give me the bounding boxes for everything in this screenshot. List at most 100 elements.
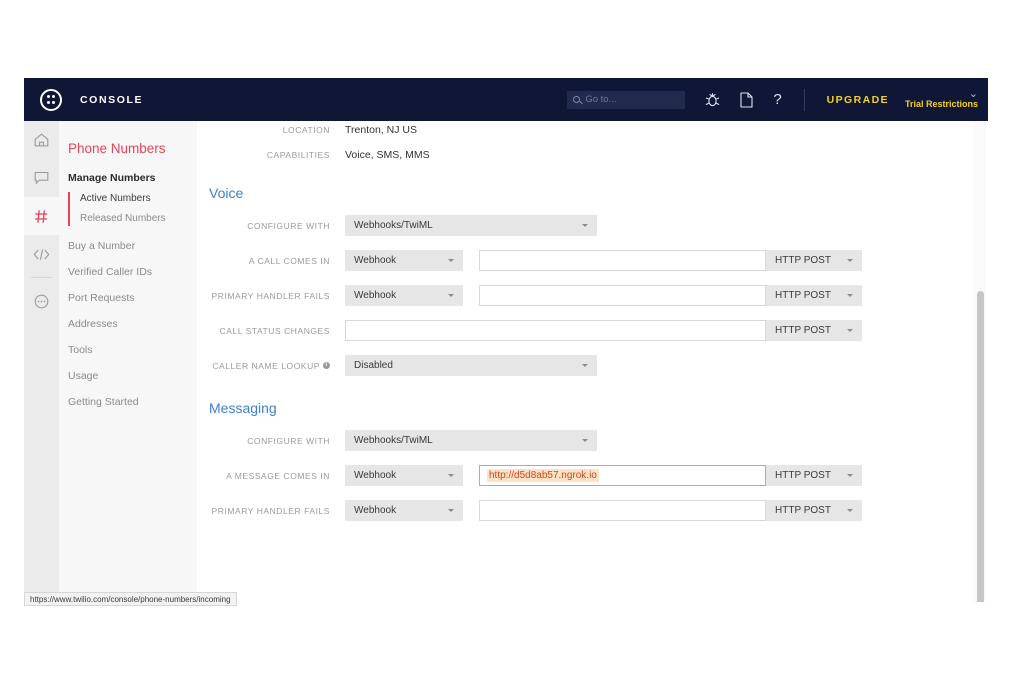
chevron-down-icon xyxy=(847,509,853,512)
select-value: Webhooks/TwiML xyxy=(354,435,433,446)
messaging-fallback-handler-select[interactable]: Webhook xyxy=(345,500,463,521)
control-group: Webhook HTTP POST xyxy=(345,500,862,521)
chevron-down-icon: ⌄ xyxy=(968,88,978,100)
chevron-down-icon xyxy=(448,259,454,262)
detail-label: CAPABILITIES xyxy=(266,150,330,160)
chevron-down-icon xyxy=(582,364,588,367)
rail-item-runtime[interactable] xyxy=(24,235,59,273)
voice-call-handler-select[interactable]: Webhook xyxy=(345,250,463,271)
main-content: LOCATION Trenton, NJ US CAPABILITIES Voi… xyxy=(197,121,988,602)
voice-fallback-handler-select[interactable]: Webhook xyxy=(345,285,463,306)
field-label: CONFIGURE WITH xyxy=(247,435,330,446)
chevron-down-icon xyxy=(582,439,588,442)
select-value: HTTP POST xyxy=(775,255,831,266)
detail-label: LOCATION xyxy=(282,125,330,135)
chevron-down-icon xyxy=(847,329,853,332)
topbar-right-group: Go to... ? UPGRADE ⌄ Trial Restrictions xyxy=(567,78,988,121)
detail-row-capabilities: CAPABILITIES Voice, SMS, MMS xyxy=(197,149,988,161)
field-label-text: CALLER NAME LOOKUP xyxy=(212,360,320,371)
messaging-method-select[interactable]: HTTP POST xyxy=(766,465,862,486)
trial-restrictions-menu[interactable]: ⌄ Trial Restrictions xyxy=(904,88,978,110)
control-group: Webhooks/TwiML xyxy=(345,215,597,236)
docs-icon[interactable] xyxy=(740,91,753,108)
voice-caller-name-lookup-row: CALLER NAME LOOKUP i Disabled xyxy=(197,355,988,376)
rail-divider xyxy=(31,277,52,278)
sidebar-item-verified-caller-ids[interactable]: Verified Caller IDs xyxy=(68,266,197,278)
logo-dot-grid xyxy=(46,95,56,104)
messaging-primary-handler-fails-row: PRIMARY HANDLER FAILS Webhook HTTP POST xyxy=(197,500,988,521)
twilio-logo-icon[interactable] xyxy=(40,88,62,111)
sidebar-item-tools[interactable]: Tools xyxy=(68,344,197,356)
sidebar-item-getting-started[interactable]: Getting Started xyxy=(68,396,197,408)
messaging-handler-select[interactable]: Webhook xyxy=(345,465,463,486)
rail-item-messaging[interactable] xyxy=(24,159,59,197)
field-label: A MESSAGE COMES IN xyxy=(226,470,330,481)
select-value: HTTP POST xyxy=(775,470,831,481)
voice-fallback-method-select[interactable]: HTTP POST xyxy=(766,285,862,306)
product-icon-rail xyxy=(24,121,59,602)
sidebar-active-indicator xyxy=(68,192,70,226)
voice-configure-with-row: CONFIGURE WITH Webhooks/TwiML xyxy=(197,215,988,236)
sidebar-item-active-numbers[interactable]: Active Numbers xyxy=(68,192,197,206)
voice-configure-with-select[interactable]: Webhooks/TwiML xyxy=(345,215,597,236)
chevron-down-icon xyxy=(847,294,853,297)
chevron-down-icon xyxy=(448,474,454,477)
select-value: HTTP POST xyxy=(775,325,831,336)
help-icon[interactable]: ? xyxy=(773,91,781,108)
control-group: Webhook HTTP POST xyxy=(345,250,862,271)
messaging-configure-with-row: CONFIGURE WITH Webhooks/TwiML xyxy=(197,430,988,451)
control-group: Disabled xyxy=(345,355,597,376)
messaging-fallback-url-input[interactable] xyxy=(479,500,766,521)
detail-value: Voice, SMS, MMS xyxy=(345,149,430,161)
control-group: HTTP POST xyxy=(345,320,862,341)
field-label: CALL STATUS CHANGES xyxy=(219,325,330,336)
sidebar-item-addresses[interactable]: Addresses xyxy=(68,318,197,330)
voice-call-status-changes-row: CALL STATUS CHANGES HTTP POST xyxy=(197,320,988,341)
select-value: Webhook xyxy=(354,505,397,516)
select-value: HTTP POST xyxy=(775,505,831,516)
field-label: CALLER NAME LOOKUP i xyxy=(197,361,330,371)
search-input[interactable]: Go to... xyxy=(567,90,686,109)
detail-value: Trenton, NJ US xyxy=(345,124,417,136)
page-root: CONSOLE Go to... ? UPGRADE ⌄ Trial Restr… xyxy=(0,0,1024,682)
sidebar-item-usage[interactable]: Usage xyxy=(68,370,197,382)
messaging-configure-with-select[interactable]: Webhooks/TwiML xyxy=(345,430,597,451)
select-value: Disabled xyxy=(354,360,393,371)
sidebar-subnav: Active Numbers Released Numbers xyxy=(59,192,197,226)
caller-name-lookup-select[interactable]: Disabled xyxy=(345,355,597,376)
search-placeholder: Go to... xyxy=(585,94,617,105)
field-label: CONFIGURE WITH xyxy=(247,220,330,231)
messaging-url-input[interactable]: http://d5d8ab57.ngrok.io xyxy=(479,465,766,486)
select-value: Webhook xyxy=(354,255,397,266)
voice-call-url-input[interactable] xyxy=(479,250,766,271)
sidebar-title: Phone Numbers xyxy=(68,141,166,156)
voice-call-method-select[interactable]: HTTP POST xyxy=(766,250,862,271)
voice-fallback-url-input[interactable] xyxy=(479,285,766,306)
field-label: PRIMARY HANDLER FAILS xyxy=(211,505,330,516)
rail-item-home[interactable] xyxy=(24,121,59,159)
chevron-down-icon xyxy=(582,224,588,227)
sidebar-section-manage-numbers[interactable]: Manage Numbers xyxy=(68,172,197,184)
field-label: A CALL COMES IN xyxy=(248,255,330,266)
sidebar-item-released-numbers[interactable]: Released Numbers xyxy=(68,212,197,226)
chevron-down-icon xyxy=(448,509,454,512)
voice-call-comes-in-row: A CALL COMES IN Webhook HTTP POST xyxy=(197,250,988,271)
voice-status-callback-url-input[interactable] xyxy=(345,320,766,341)
input-value: http://d5d8ab57.ngrok.io xyxy=(487,469,599,482)
sidebar-item-buy-a-number[interactable]: Buy a Number xyxy=(68,240,197,252)
rail-item-phone-numbers[interactable] xyxy=(24,197,59,235)
secondary-sidebar: Phone Numbers Manage Numbers Active Numb… xyxy=(59,121,197,602)
chevron-down-icon xyxy=(448,294,454,297)
control-group: Webhook http://d5d8ab57.ngrok.io HTTP PO… xyxy=(345,465,862,486)
section-heading-voice: Voice xyxy=(209,185,244,201)
sidebar-item-port-requests[interactable]: Port Requests xyxy=(68,292,197,304)
trial-restrictions-label: Trial Restrictions xyxy=(904,99,978,109)
messaging-fallback-method-select[interactable]: HTTP POST xyxy=(766,500,862,521)
vertical-scrollbar-thumb[interactable] xyxy=(977,291,984,602)
messaging-message-comes-in-row: A MESSAGE COMES IN Webhook http://d5d8ab… xyxy=(197,465,988,486)
info-icon[interactable]: i xyxy=(323,362,330,369)
upgrade-button[interactable]: UPGRADE xyxy=(827,94,889,106)
rail-item-more[interactable] xyxy=(24,282,59,320)
voice-status-method-select[interactable]: HTTP POST xyxy=(766,320,862,341)
debugger-icon[interactable] xyxy=(705,92,720,108)
